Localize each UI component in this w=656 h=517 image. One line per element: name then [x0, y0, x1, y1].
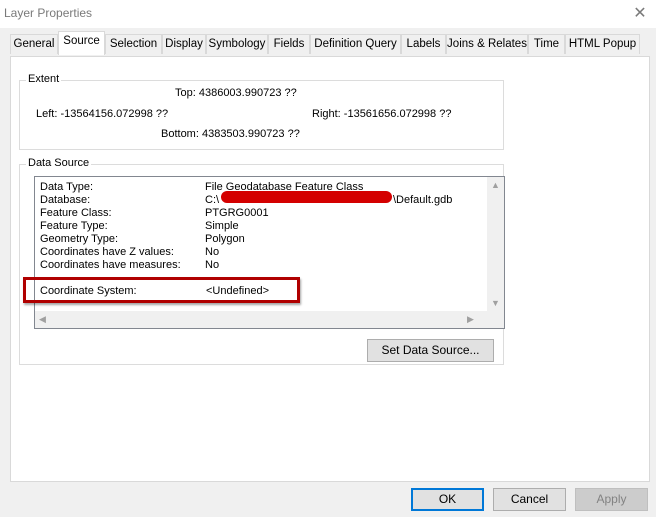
- tab-time[interactable]: Time: [528, 34, 565, 54]
- coordinate-system-highlight: [23, 277, 300, 303]
- tab-fields[interactable]: Fields: [268, 34, 310, 54]
- row-key: Geometry Type:: [40, 233, 119, 245]
- row-key: Database:: [40, 194, 91, 206]
- tab-joins-relates[interactable]: Joins & Relates: [446, 34, 528, 54]
- cancel-button[interactable]: Cancel: [493, 488, 566, 511]
- row-value: No: [205, 259, 220, 271]
- redaction-mark: [221, 191, 392, 203]
- apply-button[interactable]: Apply: [575, 488, 648, 511]
- row-value-tail: \Default.gdb: [393, 194, 453, 206]
- scroll-right-icon[interactable]: ▶: [467, 315, 474, 324]
- row-key: Data Type:: [40, 181, 93, 193]
- tab-selection[interactable]: Selection: [105, 34, 162, 54]
- tab-symbology[interactable]: Symbology: [206, 34, 268, 54]
- row-value: C:\: [205, 194, 220, 206]
- scrollbar-corner: [487, 311, 504, 328]
- vertical-scrollbar[interactable]: ▲ ▼: [487, 177, 504, 312]
- set-data-source-button[interactable]: Set Data Source...: [367, 339, 494, 362]
- window-title: Layer Properties: [4, 6, 93, 20]
- row-value: Polygon: [205, 233, 245, 245]
- ok-button[interactable]: OK: [411, 488, 484, 511]
- row-key: Coordinates have Z values:: [40, 246, 174, 258]
- close-icon[interactable]: ✕: [632, 6, 648, 22]
- tab-definition-query[interactable]: Definition Query: [310, 34, 401, 54]
- data-source-legend: Data Source: [26, 157, 92, 169]
- scroll-up-icon[interactable]: ▲: [491, 181, 500, 190]
- extent-bottom: Bottom: 4383503.990723 ??: [161, 128, 300, 140]
- tab-strip: General Source Selection Display Symbolo…: [10, 31, 650, 56]
- tab-html-popup[interactable]: HTML Popup: [565, 34, 640, 54]
- extent-group: Extent Top: 4386003.990723 ?? Left: -135…: [19, 73, 504, 150]
- tab-labels[interactable]: Labels: [401, 34, 446, 54]
- title-bar: Layer Properties ✕: [0, 0, 656, 28]
- row-key: Feature Class:: [40, 207, 112, 219]
- scroll-left-icon[interactable]: ◀: [39, 315, 46, 324]
- tab-source[interactable]: Source: [58, 31, 105, 55]
- extent-legend: Extent: [26, 73, 62, 85]
- extent-right: Right: -13561656.072998 ??: [312, 108, 452, 120]
- scroll-down-icon[interactable]: ▼: [491, 299, 500, 308]
- row-key: Feature Type:: [40, 220, 108, 232]
- extent-left: Left: -13564156.072998 ??: [36, 108, 169, 120]
- row-value: No: [205, 246, 220, 258]
- tab-display[interactable]: Display: [162, 34, 206, 54]
- row-value: Simple: [205, 220, 239, 232]
- tab-general[interactable]: General: [10, 34, 58, 54]
- tab-panel-source: Extent Top: 4386003.990723 ?? Left: -135…: [10, 56, 650, 482]
- row-key: Coordinates have measures:: [40, 259, 181, 271]
- row-value: PTGRG0001: [205, 207, 269, 219]
- extent-top: Top: 4386003.990723 ??: [175, 87, 297, 99]
- horizontal-scrollbar[interactable]: ◀ ▶: [35, 311, 487, 328]
